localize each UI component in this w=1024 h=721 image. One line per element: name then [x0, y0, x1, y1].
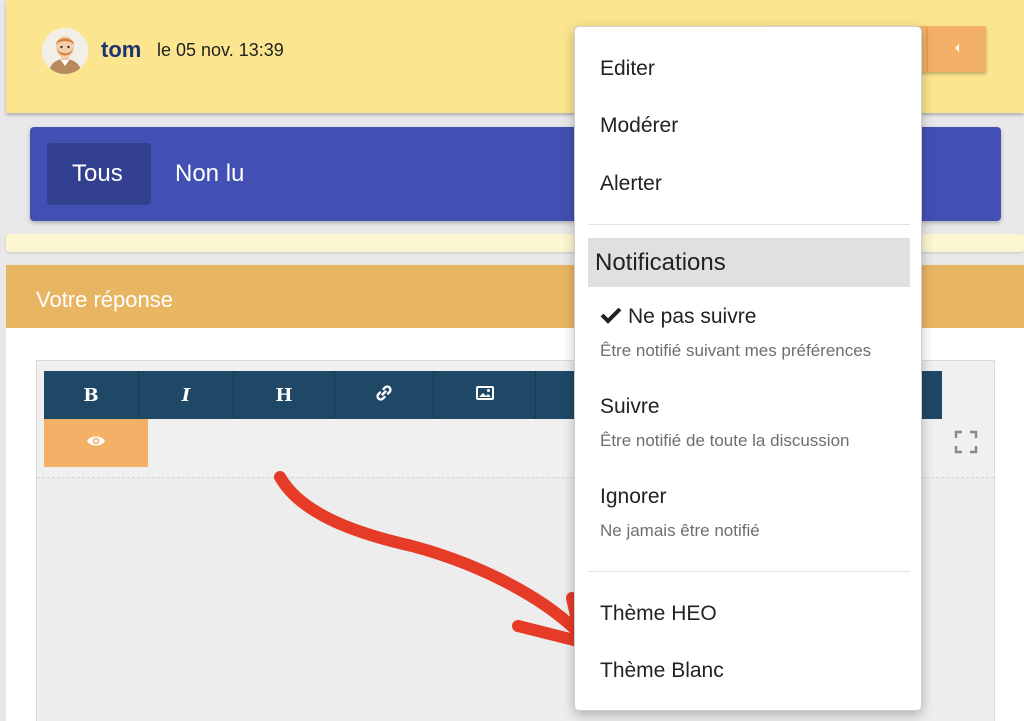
menu-item-moderer[interactable]: Modérer	[600, 114, 678, 138]
image-button[interactable]	[434, 371, 536, 419]
check-icon	[600, 306, 622, 324]
menu-toggle-button[interactable]	[928, 26, 986, 72]
option-description: Être notifié suivant mes préférences	[600, 341, 872, 360]
fullscreen-icon[interactable]	[954, 430, 978, 454]
italic-button[interactable]: I	[139, 371, 234, 419]
menu-item-suivre[interactable]: Suivre	[600, 395, 660, 419]
menu-divider	[588, 224, 910, 225]
caret-left-icon	[953, 42, 961, 56]
user-avatar-icon[interactable]	[42, 28, 88, 74]
image-icon	[475, 385, 494, 406]
preview-button[interactable]	[44, 419, 148, 467]
menu-item-alerter[interactable]: Alerter	[600, 172, 662, 196]
menu-item-ignorer[interactable]: Ignorer	[600, 485, 667, 509]
reply-title: Votre réponse	[36, 287, 173, 312]
menu-divider	[588, 571, 910, 572]
menu-item-theme-blanc[interactable]: Thème Blanc	[600, 659, 724, 683]
post-options-menu: Editer Modérer Alerter Notifications Ne …	[574, 26, 922, 711]
tab-tous[interactable]: Tous	[47, 143, 151, 205]
option-description: Être notifié de toute la discussion	[600, 431, 850, 450]
post-date: le 05 nov. 13:39	[157, 40, 284, 60]
eye-icon	[86, 434, 106, 453]
notifications-header: Notifications	[588, 238, 910, 287]
option-description: Ne jamais être notifié	[600, 521, 760, 540]
link-button[interactable]	[335, 371, 434, 419]
option-label: Ne pas suivre	[628, 305, 757, 328]
menu-item-theme-heo[interactable]: Thème HEO	[600, 602, 717, 626]
bold-button[interactable]: B	[44, 371, 139, 419]
author-name[interactable]: tom	[101, 37, 141, 63]
tab-non-lu[interactable]: Non lu	[150, 143, 269, 205]
menu-item-ne-pas-suivre[interactable]: Ne pas suivre	[600, 305, 756, 329]
notifications-header-label: Notifications	[595, 249, 726, 276]
link-icon	[375, 384, 393, 407]
menu-item-editer[interactable]: Editer	[600, 57, 655, 81]
heading-button[interactable]: H	[234, 371, 335, 419]
